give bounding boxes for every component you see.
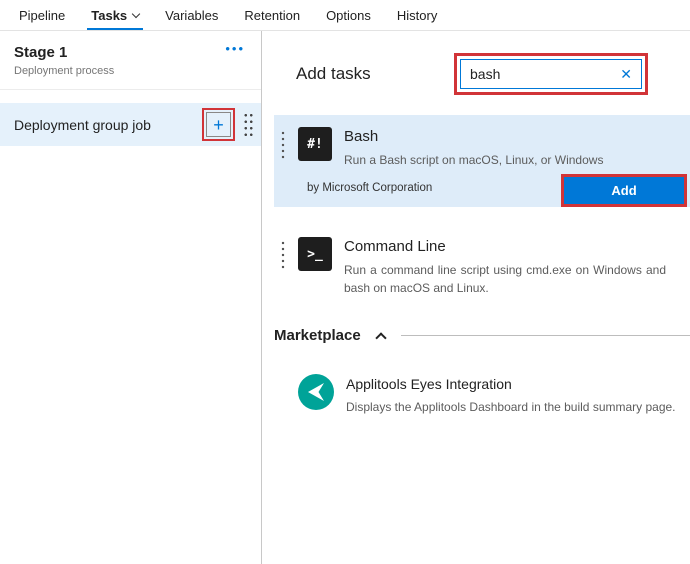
marketplace-title: Marketplace	[274, 327, 361, 344]
plus-icon: +	[213, 116, 224, 134]
bash-task-text: Bash Run a Bash script on macOS, Linux, …	[344, 127, 603, 169]
task-description: Run a command line script using cmd.exe …	[344, 261, 666, 297]
tab-variables-label: Variables	[165, 8, 218, 23]
add-task-plus-button[interactable]: +	[206, 112, 231, 137]
add-button[interactable]: Add	[564, 177, 684, 204]
stage-card[interactable]: Stage 1 Deployment process •••	[0, 31, 261, 90]
stage-title: Stage 1	[14, 44, 247, 61]
top-nav: Pipeline Tasks Variables Retention Optio…	[0, 0, 690, 31]
tab-options-label: Options	[326, 8, 371, 23]
bash-card-main: #! Bash Run a Bash script on macOS, Linu…	[274, 115, 690, 169]
stages-panel: Stage 1 Deployment process ••• Deploymen…	[0, 31, 262, 564]
deployment-group-job-row[interactable]: Deployment group job +	[0, 103, 261, 146]
tab-pipeline-label: Pipeline	[19, 8, 65, 23]
drag-handle-icon[interactable]	[280, 130, 286, 160]
task-card-bash[interactable]: #! Bash Run a Bash script on macOS, Linu…	[274, 115, 690, 207]
chevron-down-icon	[132, 9, 140, 17]
annotation-rectangle-search: ✕	[454, 53, 648, 95]
tab-history[interactable]: History	[384, 0, 450, 30]
task-description: Run a Bash script on macOS, Linux, or Wi…	[344, 151, 603, 169]
bash-card-footer: by Microsoft Corporation Add	[274, 169, 690, 207]
clear-search-icon[interactable]: ✕	[620, 66, 632, 83]
add-tasks-panel: Add tasks ✕ #! Bash Run a Bash script on…	[262, 31, 690, 564]
task-title: Bash	[344, 128, 603, 145]
add-tasks-header: Add tasks ✕	[262, 31, 690, 115]
stage-subtitle: Deployment process	[14, 65, 247, 77]
drag-handle-icon[interactable]	[243, 112, 254, 138]
tab-history-label: History	[397, 8, 437, 23]
applitools-text: Applitools Eyes Integration Displays the…	[346, 374, 676, 416]
applitools-logo-icon	[298, 374, 334, 410]
marketplace-header: Marketplace	[274, 327, 690, 344]
tab-retention-label: Retention	[244, 8, 300, 23]
divider	[401, 335, 690, 336]
annotation-rectangle-add: Add	[561, 174, 687, 207]
main-split: Stage 1 Deployment process ••• Deploymen…	[0, 31, 690, 564]
tab-pipeline[interactable]: Pipeline	[6, 0, 78, 30]
tab-tasks-label: Tasks	[91, 8, 127, 23]
task-publisher: by Microsoft Corporation	[307, 182, 432, 200]
marketplace-item-applitools[interactable]: Applitools Eyes Integration Displays the…	[298, 374, 680, 416]
annotation-rectangle-plus: +	[202, 108, 235, 141]
command-line-card-main: >_ Command Line Run a command line scrip…	[274, 225, 690, 297]
release-pipeline-editor: { "nav": { "tabs": [ { "label": "Pipelin…	[0, 0, 690, 564]
command-line-task-text: Command Line Run a command line script u…	[344, 237, 666, 297]
job-label: Deployment group job	[14, 117, 194, 133]
bash-task-icon: #!	[298, 127, 332, 161]
tab-tasks[interactable]: Tasks	[78, 0, 152, 30]
tab-options[interactable]: Options	[313, 0, 384, 30]
marketplace-item-name: Applitools Eyes Integration	[346, 374, 676, 392]
panel-title: Add tasks	[296, 64, 371, 84]
more-menu-icon[interactable]: •••	[225, 41, 245, 56]
search-box: ✕	[460, 59, 642, 89]
command-line-task-icon: >_	[298, 237, 332, 271]
chevron-up-icon[interactable]	[375, 332, 386, 343]
task-card-command-line[interactable]: >_ Command Line Run a command line scrip…	[274, 225, 690, 297]
tab-retention[interactable]: Retention	[231, 0, 313, 30]
marketplace-item-description: Displays the Applitools Dashboard in the…	[346, 398, 676, 416]
drag-handle-icon[interactable]	[280, 240, 286, 270]
task-search-input[interactable]	[470, 66, 612, 82]
tab-variables[interactable]: Variables	[152, 0, 231, 30]
task-title: Command Line	[344, 238, 666, 255]
